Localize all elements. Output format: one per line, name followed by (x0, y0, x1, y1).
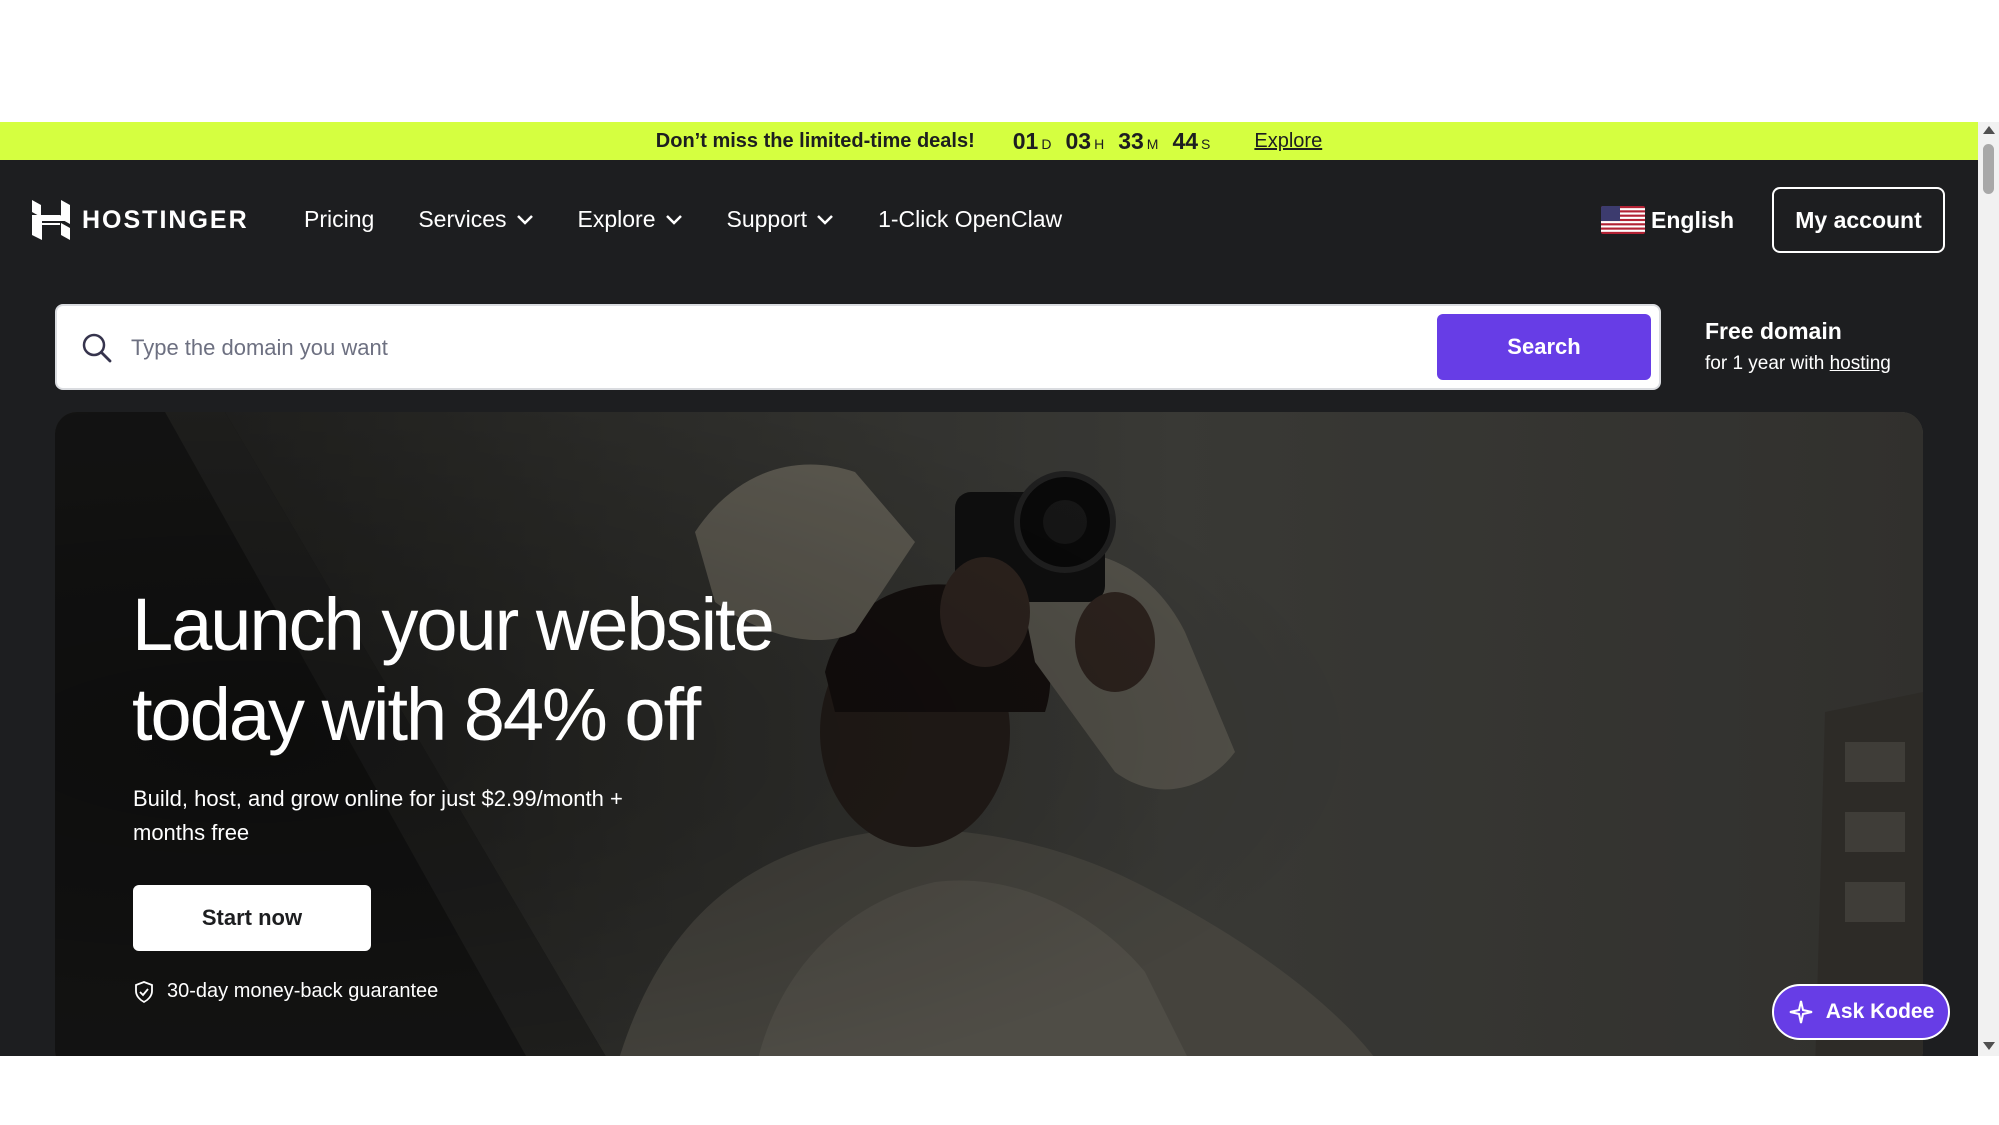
sparkle-icon (1789, 1000, 1812, 1024)
scroll-down-arrow-icon[interactable] (1983, 1042, 1995, 1050)
nav-support[interactable]: Support (727, 206, 835, 233)
ask-kodee-button[interactable]: Ask Kodee (1772, 984, 1950, 1040)
countdown-seconds: 44 (1172, 127, 1199, 154)
countdown-minutes-unit: M (1146, 135, 1159, 152)
countdown-seconds-unit: S (1201, 135, 1211, 152)
shield-check-icon (135, 980, 153, 1003)
hero-subtitle: Build, host, and grow online for just $2… (133, 786, 623, 845)
nav-explore-label: Explore (577, 206, 656, 232)
promo-message: Don’t miss the limited-time deals! (655, 129, 975, 152)
domain-search-box: Search (55, 304, 1661, 390)
ask-kodee-label: Ask Kodee (1825, 1000, 1935, 1023)
scroll-up-arrow-icon[interactable] (1983, 126, 1995, 134)
countdown-minutes: 33 (1118, 127, 1144, 154)
promo-bar: Don’t miss the limited-time deals! 01 D 0… (0, 122, 1978, 160)
money-back-guarantee: 30-day money-back guarantee (133, 980, 438, 1003)
hosting-link[interactable]: hosting (1830, 353, 1891, 374)
free-domain-title: Free domain (1705, 318, 1842, 344)
language-selector[interactable]: English (1601, 206, 1734, 234)
countdown-hours: 03 (1065, 127, 1092, 154)
scrollbar-thumb[interactable] (1983, 144, 1994, 194)
hero-title: Launch your website today with 84% off (132, 580, 892, 760)
chevron-down-icon (817, 214, 833, 225)
nav-services[interactable]: Services (418, 206, 533, 233)
guarantee-text: 30-day money-back guarantee (167, 980, 439, 1002)
countdown-hours-unit: H (1094, 135, 1105, 152)
nav-explore[interactable]: Explore (578, 206, 683, 233)
page-scrollbar[interactable] (1978, 122, 1999, 1056)
free-domain-desc: for 1 year with (1705, 353, 1825, 374)
nav-pricing-label: Pricing (304, 206, 375, 232)
hero-title-line1: Launch your website (132, 583, 775, 666)
hero-banner: Launch your website today with 84% off B… (55, 412, 1923, 1056)
us-flag-icon (1601, 206, 1645, 234)
countdown-timer: 01 D 03 H 33 M 44 S (1013, 128, 1225, 155)
chevron-down-icon (665, 214, 682, 225)
hero-title-line2: today with 84% off (132, 673, 701, 756)
free-domain-text: for 1 year with hosting (1705, 353, 1891, 375)
free-domain-promo: Free domain for 1 year with hosting (1705, 318, 1891, 375)
nav-support-label: Support (726, 206, 808, 232)
logo-text: HOSTINGER (82, 205, 249, 234)
site-header: HOSTINGER Pricing Services Explore Suppo… (0, 160, 1978, 280)
nav-pricing[interactable]: Pricing (304, 206, 374, 233)
hostinger-logo[interactable]: HOSTINGER (32, 200, 249, 240)
countdown-days-unit: D (1041, 135, 1052, 152)
main-nav: Pricing Services Explore Support 1-Click… (304, 206, 1106, 233)
start-now-button[interactable]: Start now (133, 885, 371, 951)
language-label: English (1651, 206, 1735, 233)
countdown-days: 01 (1012, 127, 1039, 154)
hostinger-logo-icon (32, 200, 70, 240)
nav-openclaw[interactable]: 1-Click OpenClaw (878, 206, 1062, 233)
promo-explore-link[interactable]: Explore (1254, 130, 1322, 153)
chevron-down-icon (516, 214, 533, 225)
my-account-button[interactable]: My account (1772, 187, 1945, 253)
search-button[interactable]: Search (1437, 314, 1651, 380)
nav-services-label: Services (418, 206, 507, 232)
nav-openclaw-label: 1-Click OpenClaw (878, 206, 1063, 232)
search-icon (82, 333, 112, 363)
page: Don’t miss the limited-time deals! 01 D 0… (0, 122, 1999, 1056)
domain-search-input[interactable] (131, 326, 1131, 370)
